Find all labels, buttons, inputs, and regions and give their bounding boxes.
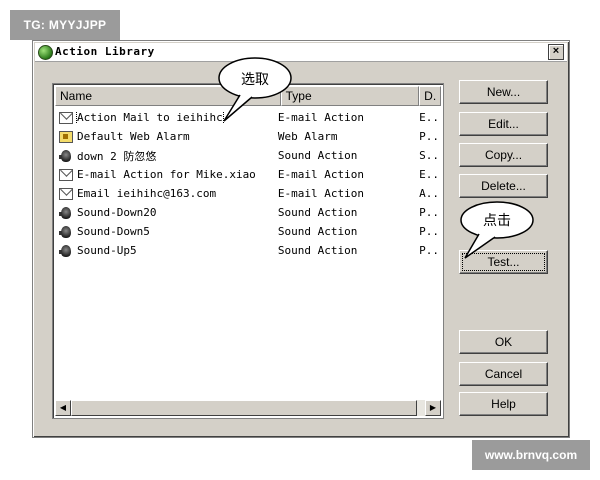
list-item[interactable]: Sound-Down20 Sound Action P..	[55, 203, 441, 222]
action-list[interactable]: Name Type D. Action Mail to ieihihc E-mai…	[52, 83, 444, 419]
cancel-button[interactable]: Cancel	[459, 362, 548, 386]
list-item-type: E-mail Action	[277, 168, 364, 181]
scroll-right-icon[interactable]: ▶	[425, 400, 441, 416]
sound-icon	[59, 225, 73, 238]
list-item-name-cell: Sound-Down20	[55, 206, 276, 219]
list-item-d: S..	[419, 149, 439, 162]
close-button[interactable]: ×	[548, 44, 564, 60]
list-item[interactable]: Email ieihihc@163.com E-mail Action A..	[55, 184, 441, 203]
list-rows: Action Mail to ieihihc E-mail Action E.. De…	[55, 108, 441, 260]
list-item-type: Sound Action	[277, 206, 358, 219]
list-item-d: E..	[419, 168, 439, 181]
list-item-name-cell: Default Web Alarm	[55, 130, 276, 143]
help-button[interactable]: Help	[459, 392, 548, 416]
list-item-d: P..	[419, 225, 439, 238]
select-annotation: 选取	[241, 72, 269, 88]
list-item-name-cell: E-mail Action for Mike.xiao	[55, 168, 276, 181]
list-item-name-cell: down 2 防忽悠	[55, 148, 276, 164]
ok-button[interactable]: OK	[459, 330, 548, 354]
list-item-name: Default Web Alarm	[77, 130, 190, 143]
new-button[interactable]: New...	[459, 80, 548, 104]
list-item-name-cell: Email ieihihc@163.com	[55, 187, 276, 200]
list-item-name: Sound-Down20	[77, 206, 157, 219]
sound-icon	[59, 206, 73, 219]
list-item-d: P..	[419, 206, 439, 219]
list-item-name-cell: Sound-Up5	[55, 244, 276, 257]
list-item-type: Sound Action	[277, 225, 358, 238]
sound-icon	[59, 149, 73, 162]
dialog-title: Action Library	[55, 45, 155, 58]
list-item-d: P..	[419, 130, 439, 143]
list-item[interactable]: Sound-Up5 Sound Action P..	[55, 241, 441, 260]
list-item-name: Sound-Down5	[77, 225, 150, 238]
scroll-left-icon[interactable]: ◀	[55, 400, 71, 416]
list-item-type: Web Alarm	[277, 130, 338, 143]
list-item-name: E-mail Action for Mike.xiao	[77, 168, 256, 181]
list-item-d: A..	[419, 187, 439, 200]
edit-button[interactable]: Edit...	[459, 112, 548, 136]
horizontal-scrollbar[interactable]: ◀ ▶	[55, 400, 441, 416]
watermark-top: TG: MYYJJPP	[10, 10, 120, 40]
scrollbar-thumb[interactable]	[71, 400, 417, 416]
list-item[interactable]: Sound-Down5 Sound Action P..	[55, 222, 441, 241]
column-header-d[interactable]: D.	[419, 86, 441, 106]
list-item[interactable]: down 2 防忽悠 Sound Action S..	[55, 146, 441, 165]
list-item-type: E-mail Action	[277, 187, 364, 200]
list-item-type: Sound Action	[277, 149, 358, 162]
delete-button[interactable]: Delete...	[459, 174, 548, 198]
mail-icon	[59, 168, 73, 181]
list-item-name: down 2 防忽悠	[77, 149, 157, 163]
web-icon	[59, 130, 73, 143]
list-item[interactable]: Default Web Alarm Web Alarm P..	[55, 127, 441, 146]
copy-button[interactable]: Copy...	[459, 143, 548, 167]
watermark-bottom: www.brnvq.com	[472, 440, 590, 470]
list-item-name: Email ieihihc@163.com	[77, 187, 217, 200]
app-icon	[38, 45, 53, 60]
list-item-d: P..	[419, 244, 439, 257]
sound-icon	[59, 244, 73, 257]
mail-icon	[59, 111, 73, 124]
list-item-name-cell: Sound-Down5	[55, 225, 276, 238]
click-annotation: 点击	[483, 213, 511, 229]
list-item[interactable]: E-mail Action for Mike.xiao E-mail Action…	[55, 165, 441, 184]
list-item-type: Sound Action	[277, 244, 358, 257]
list-item-d: E..	[419, 111, 439, 124]
list-item-name: Sound-Up5	[77, 244, 137, 257]
mail-icon	[59, 187, 73, 200]
